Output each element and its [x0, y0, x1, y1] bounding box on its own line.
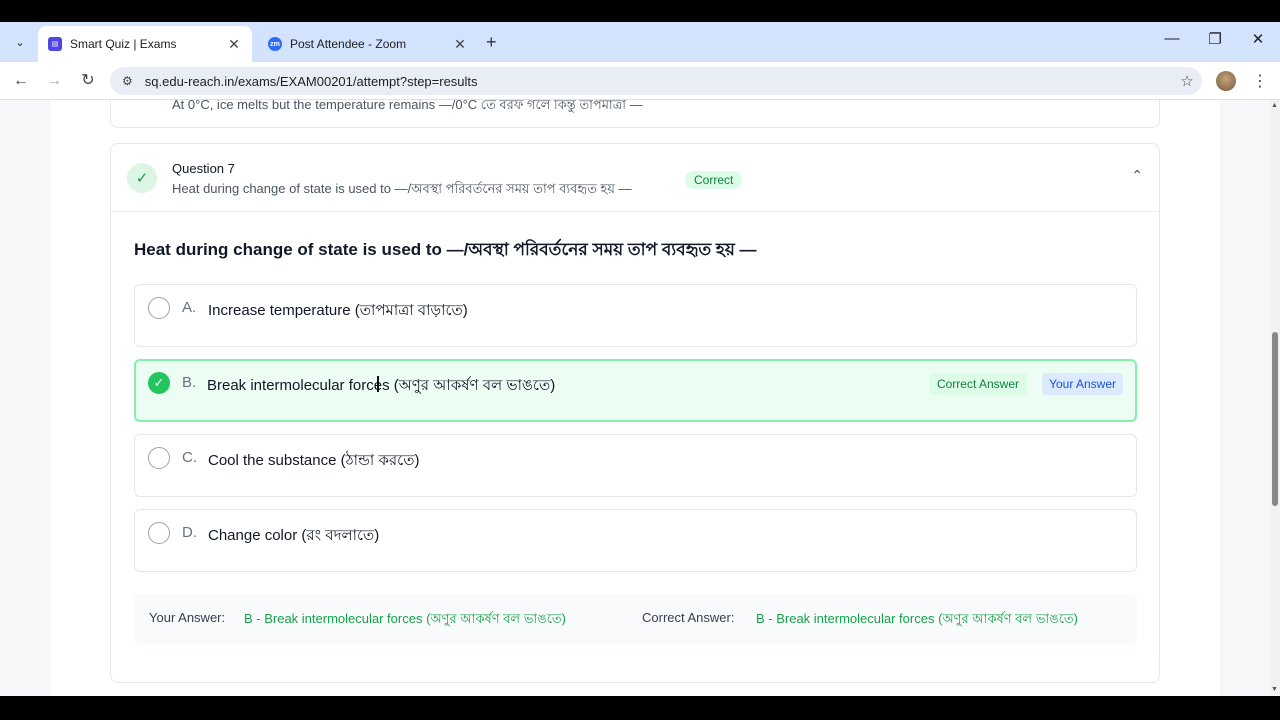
tab-zoom[interactable]: zm Post Attendee - Zoom ✕: [258, 26, 478, 62]
option-b[interactable]: ✓ B. Break intermolecular forces (অণুর আ…: [134, 359, 1137, 422]
url-text[interactable]: sq.edu-reach.in/exams/EXAM00201/attempt?…: [145, 74, 1172, 89]
page-viewport: At 0°C, ice melts but the temperature re…: [0, 100, 1280, 696]
question-number: Question 7: [172, 161, 235, 176]
profile-avatar[interactable]: [1216, 71, 1236, 91]
check-icon: ✓: [127, 163, 157, 193]
screen-top-bar: [0, 0, 1280, 22]
site-info-icon[interactable]: ⚙: [122, 74, 133, 88]
correct-answer-label: Correct Answer:: [642, 610, 735, 625]
your-answer-tag: Your Answer: [1042, 373, 1123, 395]
option-text: Break intermolecular forces (অণুর আকর্ষণ…: [207, 377, 556, 394]
restore-icon[interactable]: ❐: [1203, 30, 1227, 48]
question-header[interactable]: ✓ Question 7 Heat during change of state…: [111, 144, 1159, 212]
book-icon: ▤: [48, 37, 62, 51]
close-icon[interactable]: ✕: [226, 36, 242, 53]
question-subtitle: Heat during change of state is used to —…: [172, 181, 632, 196]
option-a[interactable]: A. Increase temperature (তাপমাত্রা বাড়া…: [134, 284, 1137, 347]
browser-toolbar: ← → ↻ ⚙ sq.edu-reach.in/exams/EXAM00201/…: [0, 62, 1280, 100]
page-scrollbar[interactable]: ▲ ▼: [1270, 100, 1280, 696]
tab-search-icon[interactable]: ⌄: [8, 30, 32, 54]
reload-icon[interactable]: ↻: [77, 70, 99, 92]
window-close-icon[interactable]: ✕: [1246, 30, 1270, 48]
text-cursor: [377, 376, 379, 392]
your-answer-value: B - Break intermolecular forces (অণুর আক…: [244, 611, 567, 626]
tab-strip: ⌄ ▤ Smart Quiz | Exams ✕ zm Post Attende…: [0, 22, 1280, 62]
option-c[interactable]: C. Cool the substance (ঠান্ডা করতে): [134, 434, 1137, 497]
scroll-up-icon[interactable]: ▲: [1271, 102, 1278, 109]
menu-kebab-icon[interactable]: ⋮: [1252, 71, 1268, 91]
question-title: Heat during change of state is used to —…: [134, 240, 757, 259]
your-answer-label: Your Answer:: [149, 610, 226, 625]
minimize-icon[interactable]: —: [1160, 30, 1184, 47]
option-letter: D.: [182, 524, 197, 541]
chevron-up-icon[interactable]: ⌃: [1131, 167, 1143, 184]
scroll-thumb[interactable]: [1272, 332, 1278, 506]
question-card: ✓ Question 7 Heat during change of state…: [110, 143, 1160, 683]
zoom-watermark: zoom: [1096, 650, 1189, 688]
option-text: Change color (রং বদলাতে): [208, 527, 380, 544]
previous-question-snippet: At 0°C, ice melts but the temperature re…: [172, 100, 643, 112]
option-letter: B.: [182, 374, 197, 391]
scroll-down-icon[interactable]: ▼: [1271, 686, 1278, 693]
tab-smart-quiz[interactable]: ▤ Smart Quiz | Exams ✕: [38, 26, 252, 62]
back-icon[interactable]: ←: [10, 70, 32, 92]
tab-title: Smart Quiz | Exams: [70, 37, 177, 51]
answer-summary: Your Answer: B - Break intermolecular fo…: [134, 594, 1137, 644]
previous-question-card[interactable]: At 0°C, ice melts but the temperature re…: [110, 100, 1160, 128]
correct-answer-value: B - Break intermolecular forces (অণুর আক…: [756, 611, 1079, 626]
option-text: Cool the substance (ঠান্ডা করতে): [208, 452, 420, 469]
forward-icon[interactable]: →: [43, 70, 65, 92]
option-letter: C.: [182, 449, 197, 466]
option-d[interactable]: D. Change color (রং বদলাতে): [134, 509, 1137, 572]
bookmark-star-icon[interactable]: ☆: [1172, 72, 1202, 90]
close-icon[interactable]: ✕: [452, 36, 468, 53]
zoom-icon: zm: [268, 37, 282, 51]
check-icon[interactable]: ✓: [148, 372, 170, 394]
tab-title: Post Attendee - Zoom: [290, 37, 407, 51]
status-badge: Correct: [685, 171, 743, 189]
option-text: Increase temperature (তাপমাত্রা বাড়াতে): [208, 302, 468, 319]
radio-icon[interactable]: [148, 447, 170, 469]
address-bar[interactable]: ⚙ sq.edu-reach.in/exams/EXAM00201/attemp…: [110, 67, 1202, 95]
screen-bottom-bar: [0, 696, 1280, 720]
correct-answer-tag: Correct Answer: [928, 373, 1027, 395]
option-letter: A.: [182, 299, 197, 316]
new-tab-icon[interactable]: +: [486, 32, 497, 53]
radio-icon[interactable]: [148, 297, 170, 319]
radio-icon[interactable]: [148, 522, 170, 544]
page-content: At 0°C, ice melts but the temperature re…: [50, 100, 1220, 696]
